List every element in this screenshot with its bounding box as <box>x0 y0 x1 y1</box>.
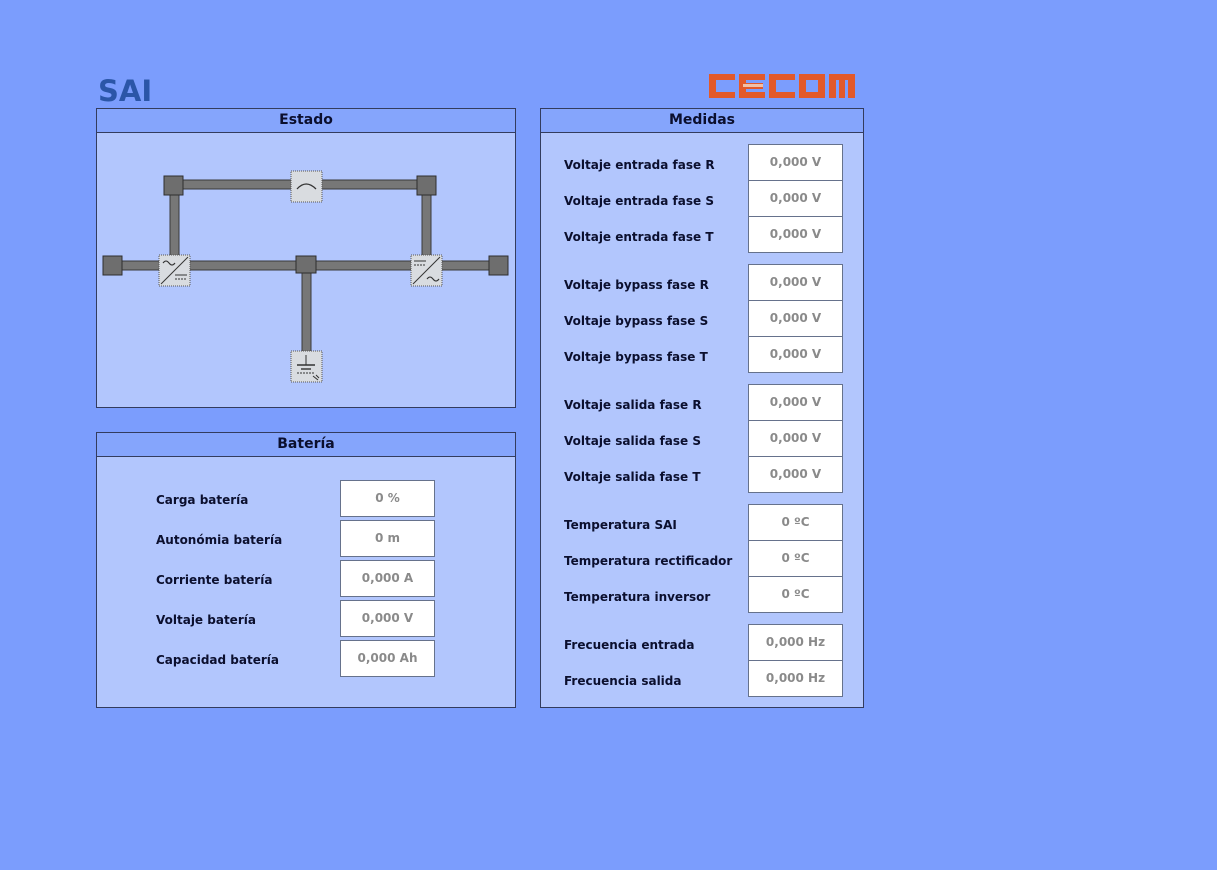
corriente-bateria-value: 0,000 A <box>340 560 435 597</box>
carga-bateria-label: Carga batería <box>156 493 249 507</box>
node-top-right <box>416 175 437 196</box>
voltaje-entrada-s-value: 0,000 V <box>748 180 843 217</box>
voltaje-entrada-t-value: 0,000 V <box>748 216 843 253</box>
voltaje-bypass-r-label: Voltaje bypass fase R <box>564 278 709 292</box>
temperatura-sai-label: Temperatura SAI <box>564 518 677 532</box>
voltaje-salida-t-value: 0,000 V <box>748 456 843 493</box>
frecuencia-salida-value: 0,000 Hz <box>748 660 843 697</box>
temperatura-sai-value: 0 ºC <box>748 504 843 541</box>
voltaje-bypass-s-value: 0,000 V <box>748 300 843 337</box>
frecuencia-entrada-label: Frecuencia entrada <box>564 638 695 652</box>
carga-bateria-value: 0 % <box>340 480 435 517</box>
node-top-left <box>163 175 184 196</box>
capacidad-bateria-value: 0,000 Ah <box>340 640 435 677</box>
bateria-header: Batería <box>97 433 515 457</box>
voltaje-salida-s-value: 0,000 V <box>748 420 843 457</box>
voltaje-bypass-t-value: 0,000 V <box>748 336 843 373</box>
voltaje-bypass-t-label: Voltaje bypass fase T <box>564 350 708 364</box>
corriente-bateria-label: Corriente batería <box>156 573 273 587</box>
junction-node <box>295 255 317 274</box>
frecuencia-salida-label: Frecuencia salida <box>564 674 682 688</box>
battery-icon <box>290 350 323 383</box>
temperatura-inversor-value: 0 ºC <box>748 576 843 613</box>
input-node <box>102 255 123 276</box>
voltaje-salida-r-label: Voltaje salida fase R <box>564 398 702 412</box>
bateria-panel: Batería Carga batería 0 % Autonómia bate… <box>96 432 516 708</box>
medidas-header: Medidas <box>541 109 863 133</box>
voltaje-bypass-s-label: Voltaje bypass fase S <box>564 314 709 328</box>
medidas-panel: Medidas Voltaje entrada fase R 0,000 V V… <box>540 108 864 708</box>
inverter-icon <box>410 254 443 287</box>
autonomia-bateria-label: Autonómia batería <box>156 533 283 547</box>
voltaje-entrada-r-value: 0,000 V <box>748 144 843 181</box>
voltaje-entrada-t-label: Voltaje entrada fase T <box>564 230 714 244</box>
voltaje-bateria-value: 0,000 V <box>340 600 435 637</box>
capacidad-bateria-label: Capacidad batería <box>156 653 279 667</box>
voltaje-entrada-r-label: Voltaje entrada fase R <box>564 158 715 172</box>
bypass-switch-icon <box>290 170 323 203</box>
temperatura-inversor-label: Temperatura inversor <box>564 590 711 604</box>
cecom-logo <box>707 70 857 106</box>
estado-panel: Estado <box>96 108 516 408</box>
temperatura-rectificador-label: Temperatura rectificador <box>564 554 733 568</box>
voltaje-salida-r-value: 0,000 V <box>748 384 843 421</box>
page-title: SAI <box>98 74 153 108</box>
voltaje-salida-t-label: Voltaje salida fase T <box>564 470 701 484</box>
autonomia-bateria-value: 0 m <box>340 520 435 557</box>
rectifier-icon <box>158 254 191 287</box>
ups-diagram <box>102 170 509 383</box>
voltaje-bypass-r-value: 0,000 V <box>748 264 843 301</box>
estado-header: Estado <box>97 109 515 133</box>
voltaje-salida-s-label: Voltaje salida fase S <box>564 434 702 448</box>
temperatura-rectificador-value: 0 ºC <box>748 540 843 577</box>
frecuencia-entrada-value: 0,000 Hz <box>748 624 843 661</box>
output-node <box>488 255 509 276</box>
voltaje-entrada-s-label: Voltaje entrada fase S <box>564 194 714 208</box>
voltaje-bateria-label: Voltaje batería <box>156 613 256 627</box>
